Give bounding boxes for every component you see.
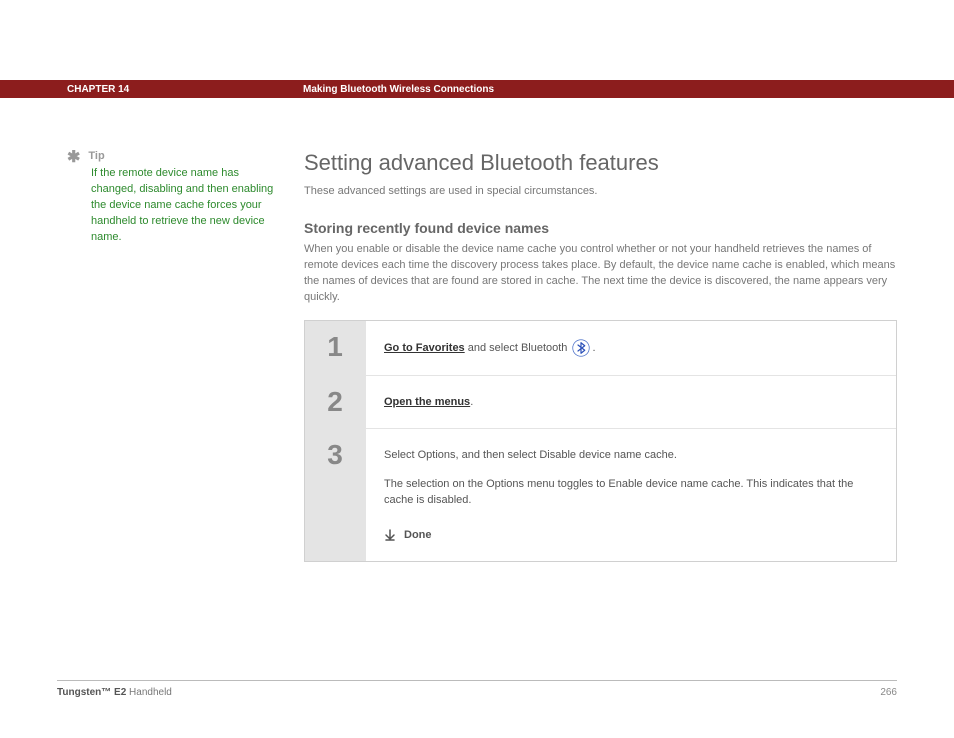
step-number: 1 xyxy=(305,321,365,375)
page-title: Setting advanced Bluetooth features xyxy=(304,150,897,176)
step-text-end: . xyxy=(592,342,595,354)
bluetooth-icon xyxy=(572,339,590,357)
step-para: The selection on the Options menu toggle… xyxy=(384,476,876,509)
tip-text: If the remote device name has changed, d… xyxy=(67,166,276,246)
page-number: 266 xyxy=(880,687,897,698)
tip-sidebar: ✱ Tip If the remote device name has chan… xyxy=(57,150,304,562)
step-text: and select Bluetooth xyxy=(465,342,571,354)
step-instruction: Go to Favorites and select Bluetooth . xyxy=(365,321,896,375)
go-to-favorites-link[interactable]: Go to Favorites xyxy=(384,342,465,354)
page-intro: These advanced settings are used in spec… xyxy=(304,184,897,200)
page-footer: Tungsten™ E2 Handheld 266 xyxy=(57,680,897,698)
step-row: 3 Select Options, and then select Disabl… xyxy=(305,428,896,561)
step-instruction: Select Options, and then select Disable … xyxy=(365,428,896,561)
asterisk-icon: ✱ xyxy=(67,151,80,165)
done-label: Done xyxy=(404,527,432,544)
step-row: 1 Go to Favorites and select Bluetooth . xyxy=(305,321,896,375)
step-number: 3 xyxy=(305,428,365,561)
done-arrow-icon xyxy=(384,529,396,541)
tip-label: Tip xyxy=(88,150,104,162)
section-subhead: Storing recently found device names xyxy=(304,220,897,236)
open-menus-link[interactable]: Open the menus xyxy=(384,396,470,408)
steps-table: 1 Go to Favorites and select Bluetooth .… xyxy=(304,320,897,563)
step-row: 2 Open the menus. xyxy=(305,375,896,429)
footer-product: Tungsten™ E2 Handheld xyxy=(57,687,172,698)
main-column: Setting advanced Bluetooth features Thes… xyxy=(304,150,897,562)
step-number: 2 xyxy=(305,375,365,429)
page-content: ✱ Tip If the remote device name has chan… xyxy=(57,80,897,698)
step-instruction: Open the menus. xyxy=(365,375,896,429)
section-body: When you enable or disable the device na… xyxy=(304,242,897,306)
step-para: Select Options, and then select Disable … xyxy=(384,447,876,464)
step-text-end: . xyxy=(470,396,473,408)
